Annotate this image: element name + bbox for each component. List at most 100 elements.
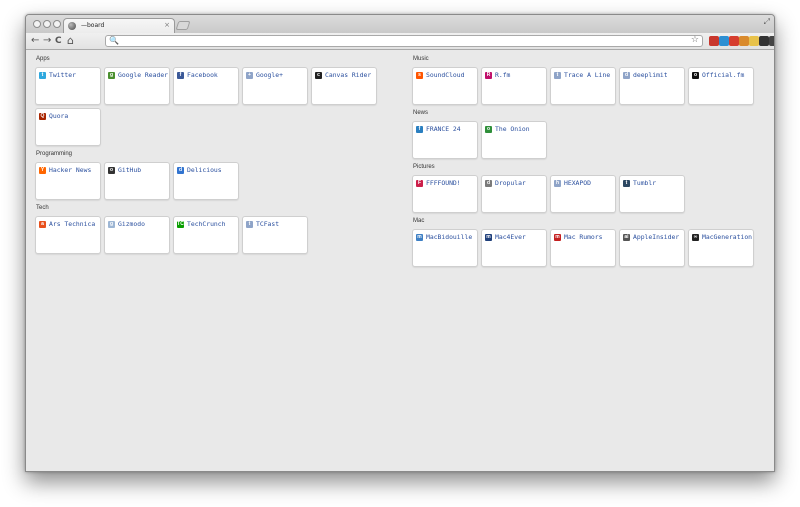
dropular-icon: d xyxy=(485,180,492,187)
bookmark-label: Gizmodo xyxy=(118,220,145,228)
right-column: Music s SoundCloud R R.fm t Trace A Line d deepl… xyxy=(412,51,757,269)
section-pictures: Pictures F FFFFOUND! d Dropular h HEXAPOD t Tumb… xyxy=(412,164,757,213)
fullscreen-icon[interactable]: ⤢ xyxy=(764,17,770,27)
card-grid: F FFFFOUND! d Dropular h HEXAPOD t Tumblr xyxy=(412,175,757,213)
bookmark-card-delicious[interactable]: d Delicious xyxy=(173,162,239,200)
bookmark-card-google-reader[interactable]: g Google Reader xyxy=(104,67,170,105)
bookmark-card-hexapod[interactable]: h HEXAPOD xyxy=(550,175,616,213)
section-apps: Apps t Twitter g Google Reader f Facebook + Goog… xyxy=(35,56,380,146)
tab-close-icon[interactable]: × xyxy=(164,21,170,29)
forward-button[interactable]: → xyxy=(43,35,51,47)
mac4ever-icon: m xyxy=(485,234,492,241)
close-window-button[interactable] xyxy=(33,20,41,28)
bookmark-card-mac-rumors[interactable]: m Mac Rumors xyxy=(550,229,616,267)
bookmark-card-ffffound[interactable]: F FFFFOUND! xyxy=(412,175,478,213)
google-reader-icon: g xyxy=(108,72,115,79)
bookmark-card-canvas-rider[interactable]: c Canvas Rider xyxy=(311,67,377,105)
quora-icon: Q xyxy=(39,113,46,120)
ext-square-icon[interactable] xyxy=(719,36,729,46)
bookmark-card-trace-a-line[interactable]: t Trace A Line xyxy=(550,67,616,105)
bookmark-card-quora[interactable]: Q Quora xyxy=(35,108,101,146)
hacker-news-icon: Y xyxy=(39,167,46,174)
section-title: Programming xyxy=(36,151,73,157)
gizmodo-icon: g xyxy=(108,221,115,228)
bookmark-label: TechCrunch xyxy=(187,220,226,228)
section-title: News xyxy=(413,110,429,116)
bookmark-label: Quora xyxy=(49,112,69,120)
card-grid: Y Hacker News o GitHub d Delicious xyxy=(35,162,380,200)
bookmark-label: The Onion xyxy=(495,125,530,133)
ext-gmail-icon[interactable] xyxy=(729,36,739,46)
bookmark-label: Canvas Rider xyxy=(325,71,372,79)
minimize-window-button[interactable] xyxy=(43,20,51,28)
search-icon: 🔍 xyxy=(109,36,119,45)
bookmark-label: TCFast xyxy=(256,220,280,228)
wrench-icon[interactable] xyxy=(769,36,774,46)
github-icon: o xyxy=(108,167,115,174)
bookmark-card-mac4ever[interactable]: m Mac4Ever xyxy=(481,229,547,267)
ext-note-icon[interactable] xyxy=(749,36,759,46)
card-grid: t Twitter g Google Reader f Facebook + Google+ c… xyxy=(35,67,380,146)
delicious-icon: d xyxy=(177,167,184,174)
bookmark-card-tumblr[interactable]: t Tumblr xyxy=(619,175,685,213)
bookmark-card-macgeneration[interactable]: ∞ MacGeneration xyxy=(688,229,754,267)
soundcloud-icon: s xyxy=(416,72,423,79)
ext-tomato-icon[interactable] xyxy=(739,36,749,46)
browser-window: —board × ⤢ ← → C ⌂ 🔍 ☆ Apps t Twitter g Goog… xyxy=(25,14,775,472)
bookmark-card-official-fm[interactable]: o Official.fm xyxy=(688,67,754,105)
bookmark-card-appleinsider[interactable]: ai AppleInsider xyxy=(619,229,685,267)
bookmark-label: Ars Technica xyxy=(49,220,96,228)
bookmark-label: FFFFOUND! xyxy=(426,179,461,187)
bookmark-card-soundcloud[interactable]: s SoundCloud xyxy=(412,67,478,105)
section-title: Apps xyxy=(36,56,50,62)
tumblr-icon: t xyxy=(623,180,630,187)
ext-shield-icon[interactable] xyxy=(709,36,719,46)
bookmark-card-r-fm[interactable]: R R.fm xyxy=(481,67,547,105)
ars-technica-icon: a xyxy=(39,221,46,228)
new-tab-button[interactable] xyxy=(175,21,191,30)
bookmark-label: Mac Rumors xyxy=(564,233,603,241)
bookmark-card-github[interactable]: o GitHub xyxy=(104,162,170,200)
bookmark-label: Google+ xyxy=(256,71,283,79)
section-music: Music s SoundCloud R R.fm t Trace A Line d deepl… xyxy=(412,56,757,105)
canvas-rider-icon: c xyxy=(315,72,322,79)
section-title: Mac xyxy=(413,218,425,224)
reload-button[interactable]: C xyxy=(55,35,62,47)
bookmark-card-gizmodo[interactable]: g Gizmodo xyxy=(104,216,170,254)
ext-pen-icon[interactable] xyxy=(759,36,769,46)
bookmark-card-hacker-news[interactable]: Y Hacker News xyxy=(35,162,101,200)
techcrunch-icon: TC xyxy=(177,221,184,228)
rfm-icon: R xyxy=(485,72,492,79)
bookmark-card-ars-technica[interactable]: a Ars Technica xyxy=(35,216,101,254)
bookmark-label: MacGeneration xyxy=(702,233,753,241)
left-column: Apps t Twitter g Google Reader f Facebook + Goog… xyxy=(35,51,380,256)
section-tech: Tech a Ars Technica g Gizmodo TC TechCrunch t TC… xyxy=(35,205,380,254)
bookmark-label: AppleInsider xyxy=(633,233,680,241)
home-button[interactable]: ⌂ xyxy=(67,35,74,47)
address-bar[interactable]: 🔍 ☆ xyxy=(105,35,703,47)
bookmark-card-google[interactable]: + Google+ xyxy=(242,67,308,105)
bookmark-card-techcrunch[interactable]: TC TechCrunch xyxy=(173,216,239,254)
bookmark-card-macbidouille[interactable]: m MacBidouille xyxy=(412,229,478,267)
bookmark-card-twitter[interactable]: t Twitter xyxy=(35,67,101,105)
bookmark-label: Twitter xyxy=(49,71,76,79)
bookmark-label: Trace A Line xyxy=(564,71,611,79)
back-button[interactable]: ← xyxy=(31,35,39,47)
zoom-window-button[interactable] xyxy=(53,20,61,28)
bookmark-star-icon[interactable]: ☆ xyxy=(691,35,699,45)
tab-favicon-icon xyxy=(68,22,76,30)
bookmark-label: deeplimit xyxy=(633,71,668,79)
card-grid: f FRANCE 24 o The Onion xyxy=(412,121,757,159)
official-fm-icon: o xyxy=(692,72,699,79)
browser-toolbar: ← → C ⌂ 🔍 ☆ xyxy=(26,33,774,50)
bookmark-card-france-24[interactable]: f FRANCE 24 xyxy=(412,121,478,159)
bookmark-card-tcfast[interactable]: t TCFast xyxy=(242,216,308,254)
bookmark-label: Dropular xyxy=(495,179,526,187)
section-title: Music xyxy=(413,56,429,62)
bookmark-card-facebook[interactable]: f Facebook xyxy=(173,67,239,105)
bookmark-card-deeplimit[interactable]: d deeplimit xyxy=(619,67,685,105)
tab-board[interactable]: —board × xyxy=(63,18,175,33)
bookmark-label: Hacker News xyxy=(49,166,92,174)
bookmark-card-dropular[interactable]: d Dropular xyxy=(481,175,547,213)
bookmark-card-the-onion[interactable]: o The Onion xyxy=(481,121,547,159)
